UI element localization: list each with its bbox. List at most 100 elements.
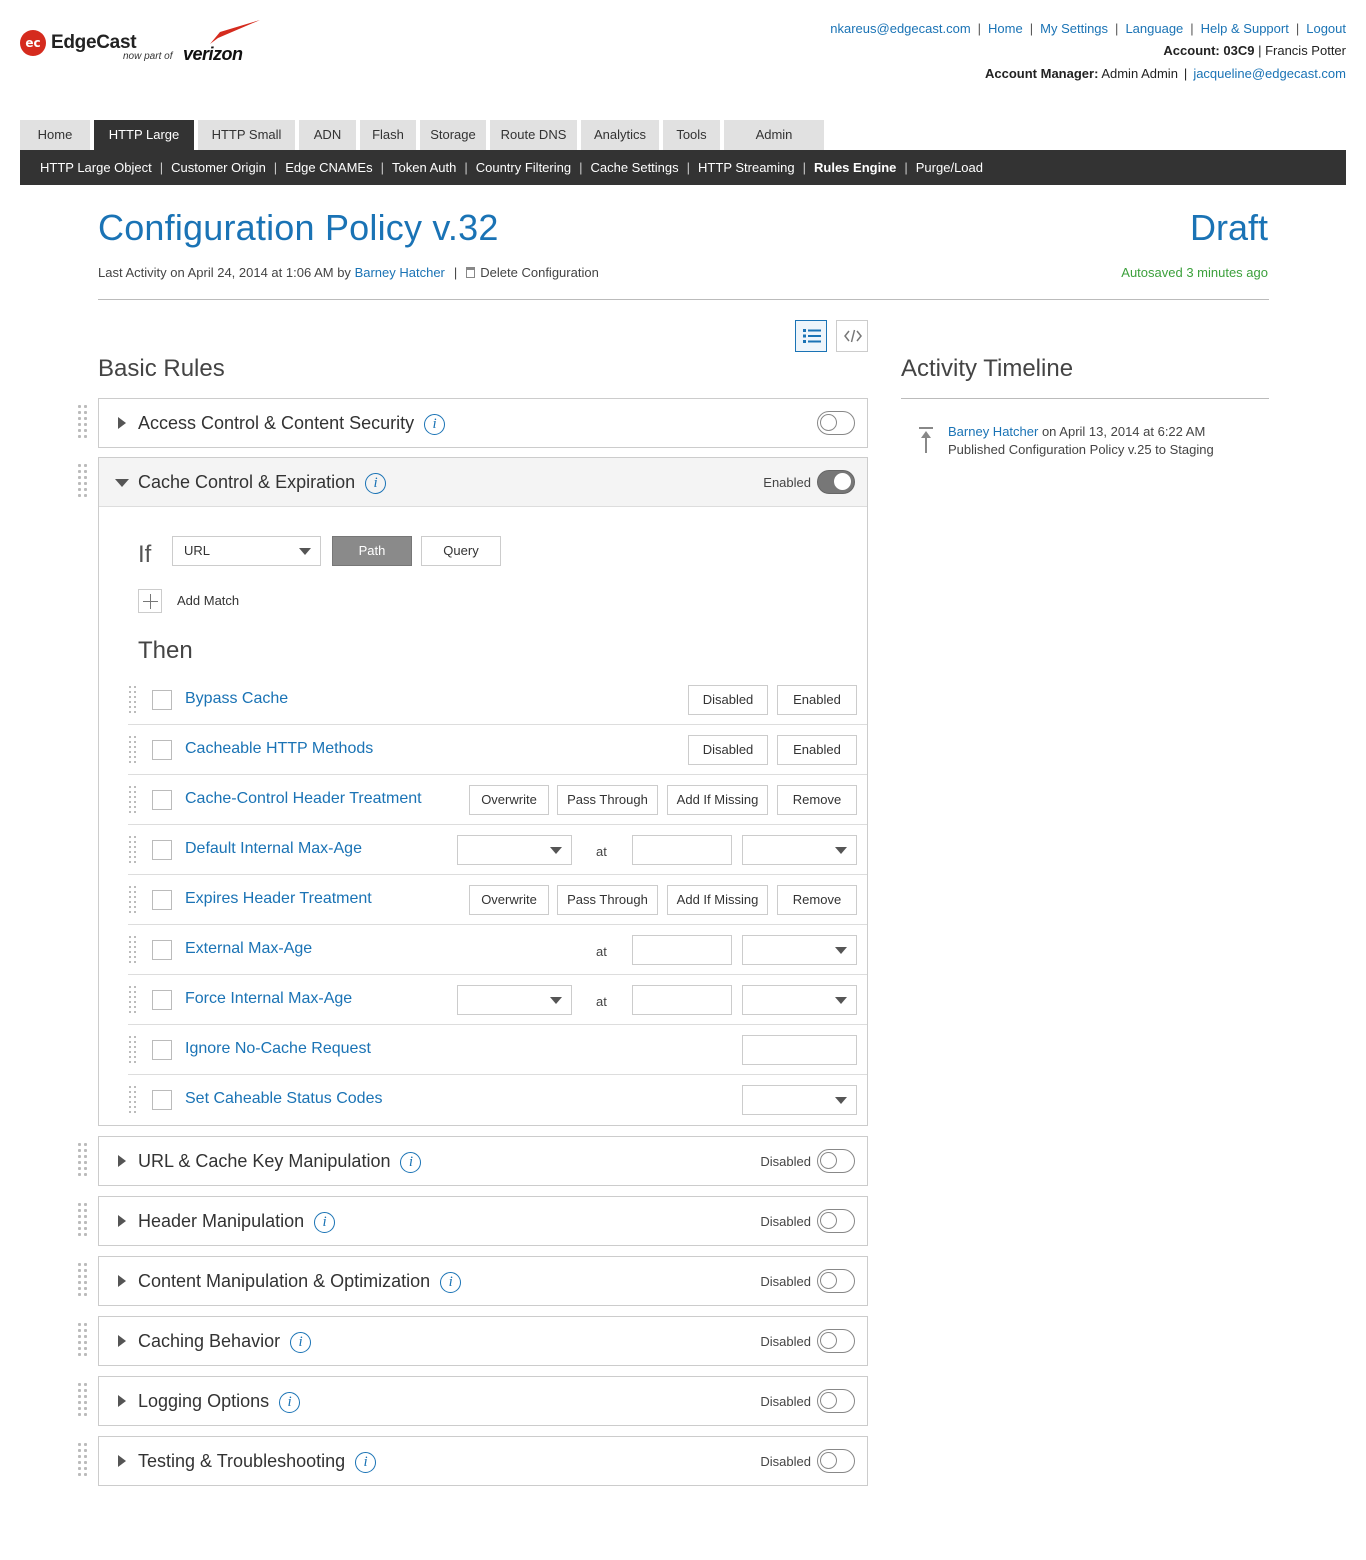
drag-grip-icon[interactable]: [78, 1143, 88, 1179]
subnav-edge-cnames[interactable]: Edge CNAMEs: [285, 160, 372, 175]
status-codes-select[interactable]: [742, 1085, 857, 1115]
header-select[interactable]: [457, 985, 572, 1015]
tab-home[interactable]: Home: [20, 120, 90, 150]
tab-route-dns[interactable]: Route DNS: [490, 120, 577, 150]
drag-grip-icon[interactable]: [129, 936, 137, 964]
info-icon[interactable]: i: [279, 1392, 301, 1413]
header-select[interactable]: [457, 835, 572, 865]
rule-toggle[interactable]: [817, 1329, 855, 1353]
disabled-button[interactable]: Disabled: [688, 735, 768, 765]
action-name[interactable]: Default Internal Max-Age: [185, 840, 362, 858]
action-checkbox[interactable]: [152, 990, 172, 1010]
add-if-missing-button[interactable]: Add If Missing: [667, 785, 768, 815]
plus-icon[interactable]: [138, 589, 162, 613]
overwrite-button[interactable]: Overwrite: [469, 785, 549, 815]
rule-toggle[interactable]: [817, 1209, 855, 1233]
drag-grip-icon[interactable]: [78, 1323, 88, 1359]
info-icon[interactable]: i: [355, 1452, 377, 1473]
rule-panel-header[interactable]: Content Manipulation & Optimization i Dis…: [99, 1257, 867, 1305]
subnav-token-auth[interactable]: Token Auth: [392, 160, 456, 175]
drag-grip-icon[interactable]: [78, 1443, 88, 1479]
drag-grip-icon[interactable]: [78, 464, 88, 500]
action-name[interactable]: Cacheable HTTP Methods: [185, 740, 373, 758]
tab-adn[interactable]: ADN: [299, 120, 356, 150]
max-age-input[interactable]: [632, 985, 732, 1015]
tab-storage[interactable]: Storage: [420, 120, 486, 150]
action-name[interactable]: Force Internal Max-Age: [185, 990, 352, 1008]
enabled-button[interactable]: Enabled: [777, 685, 857, 715]
tab-http-large[interactable]: HTTP Large: [94, 120, 194, 150]
subnav-country-filtering[interactable]: Country Filtering: [476, 160, 571, 175]
pass-through-button[interactable]: Pass Through: [557, 785, 658, 815]
list-view-button[interactable]: [795, 320, 827, 352]
drag-grip-icon[interactable]: [129, 686, 137, 714]
units-select[interactable]: [742, 935, 857, 965]
drag-grip-icon[interactable]: [78, 405, 88, 441]
subnav-http-large-object[interactable]: HTTP Large Object: [40, 160, 152, 175]
delete-configuration-button[interactable]: Delete Configuration: [466, 265, 599, 280]
rule-toggle[interactable]: [817, 1389, 855, 1413]
timeline-user-link[interactable]: Barney Hatcher: [948, 424, 1038, 439]
drag-grip-icon[interactable]: [129, 1036, 137, 1064]
remove-button[interactable]: Remove: [777, 885, 857, 915]
drag-grip-icon[interactable]: [129, 886, 137, 914]
tab-flash[interactable]: Flash: [360, 120, 416, 150]
rule-toggle[interactable]: [817, 470, 855, 494]
rule-toggle[interactable]: [817, 1449, 855, 1473]
info-icon[interactable]: i: [400, 1152, 422, 1173]
drag-grip-icon[interactable]: [78, 1383, 88, 1419]
action-name[interactable]: Ignore No-Cache Request: [185, 1040, 371, 1058]
overwrite-button[interactable]: Overwrite: [469, 885, 549, 915]
tab-admin[interactable]: Admin: [724, 120, 824, 150]
rule-panel-header[interactable]: Access Control & Content Security i: [99, 399, 867, 447]
add-if-missing-button[interactable]: Add If Missing: [667, 885, 768, 915]
logout-link[interactable]: Logout: [1306, 21, 1346, 36]
rule-panel-header[interactable]: Caching Behavior i Disabled: [99, 1317, 867, 1365]
info-icon[interactable]: i: [314, 1212, 336, 1233]
subnav-http-streaming[interactable]: HTTP Streaming: [698, 160, 795, 175]
action-name[interactable]: Set Caheable Status Codes: [185, 1090, 382, 1108]
remove-button[interactable]: Remove: [777, 785, 857, 815]
query-button[interactable]: Query: [421, 536, 501, 566]
action-checkbox[interactable]: [152, 890, 172, 910]
subnav-rules-engine[interactable]: Rules Engine: [814, 160, 896, 175]
action-name[interactable]: External Max-Age: [185, 940, 312, 958]
home-link[interactable]: Home: [988, 21, 1023, 36]
rule-toggle[interactable]: [817, 1269, 855, 1293]
user-email-link[interactable]: nkareus@edgecast.com: [830, 21, 970, 36]
add-match-label[interactable]: Add Match: [177, 593, 239, 608]
subnav-customer-origin[interactable]: Customer Origin: [171, 160, 266, 175]
last-activity-user-link[interactable]: Barney Hatcher: [355, 265, 445, 280]
action-name[interactable]: Cache-Control Header Treatment: [185, 790, 422, 808]
action-checkbox[interactable]: [152, 690, 172, 710]
drag-grip-icon[interactable]: [78, 1263, 88, 1299]
rule-panel-header[interactable]: Header Manipulation i Disabled: [99, 1197, 867, 1245]
drag-grip-icon[interactable]: [129, 736, 137, 764]
max-age-input[interactable]: [632, 835, 732, 865]
units-select[interactable]: [742, 985, 857, 1015]
match-select[interactable]: URL: [172, 536, 321, 566]
action-name[interactable]: Expires Header Treatment: [185, 890, 372, 908]
rule-panel-header[interactable]: URL & Cache Key Manipulation i Disabled: [99, 1137, 867, 1185]
my-settings-link[interactable]: My Settings: [1040, 21, 1108, 36]
drag-grip-icon[interactable]: [78, 1203, 88, 1239]
subnav-purge-load[interactable]: Purge/Load: [916, 160, 983, 175]
info-icon[interactable]: i: [365, 473, 387, 494]
disabled-button[interactable]: Disabled: [688, 685, 768, 715]
subnav-cache-settings[interactable]: Cache Settings: [590, 160, 678, 175]
info-icon[interactable]: i: [440, 1272, 462, 1293]
units-select[interactable]: [742, 835, 857, 865]
drag-grip-icon[interactable]: [129, 986, 137, 1014]
enabled-button[interactable]: Enabled: [777, 735, 857, 765]
language-link[interactable]: Language: [1125, 21, 1183, 36]
code-view-button[interactable]: [836, 320, 868, 352]
action-checkbox[interactable]: [152, 740, 172, 760]
action-checkbox[interactable]: [152, 940, 172, 960]
tab-tools[interactable]: Tools: [663, 120, 720, 150]
rule-panel-header[interactable]: Logging Options i Disabled: [99, 1377, 867, 1425]
help-support-link[interactable]: Help & Support: [1201, 21, 1289, 36]
max-age-input[interactable]: [632, 935, 732, 965]
rule-panel-header[interactable]: Cache Control & Expiration i Enabled: [99, 458, 867, 506]
action-checkbox[interactable]: [152, 790, 172, 810]
action-checkbox[interactable]: [152, 1040, 172, 1060]
